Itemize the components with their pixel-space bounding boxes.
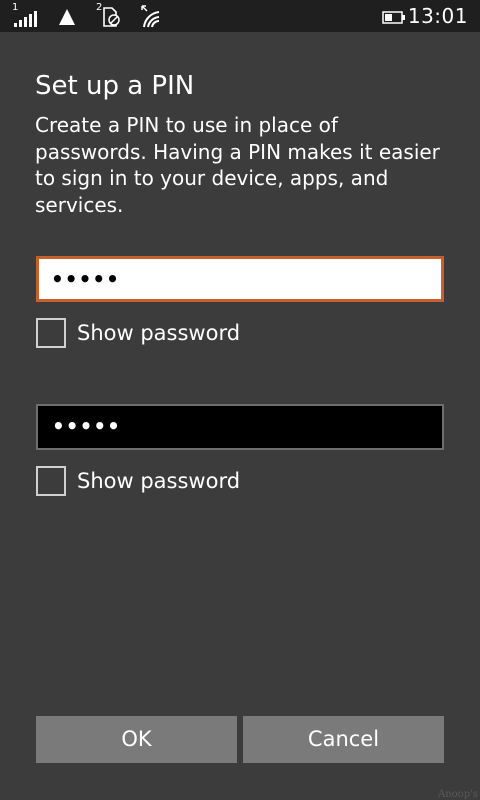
show-password-label-1: Show password <box>77 321 241 345</box>
ok-button[interactable]: OK <box>36 716 237 763</box>
pin-setup-screen: 1 2 13:01 Set up a PIN Create a PIN to u… <box>0 0 480 800</box>
show-password-checkbox-2[interactable] <box>36 466 66 496</box>
no-signal-triangle-icon <box>59 9 75 25</box>
show-password-checkbox-1[interactable] <box>36 318 66 348</box>
pin-input[interactable]: ••••• <box>36 256 444 302</box>
signal-strength-icon <box>14 11 37 27</box>
page-title: Set up a PIN <box>35 71 195 101</box>
wifi-icon <box>141 5 160 28</box>
status-bar: 1 2 13:01 <box>0 0 480 32</box>
clock-time: 13:01 <box>407 4 468 28</box>
battery-icon <box>382 11 405 24</box>
watermark: Anoop's <box>438 789 478 800</box>
pin-description: Create a PIN to use in place of password… <box>35 113 440 217</box>
sim2-no-sim-icon <box>103 7 120 27</box>
confirm-pin-input[interactable]: ••••• <box>36 404 444 450</box>
show-password-checkbox-row-2[interactable]: Show password <box>36 466 240 496</box>
show-password-checkbox-row-1[interactable]: Show password <box>36 318 240 348</box>
cancel-button[interactable]: Cancel <box>243 716 444 763</box>
show-password-label-2: Show password <box>77 469 241 493</box>
